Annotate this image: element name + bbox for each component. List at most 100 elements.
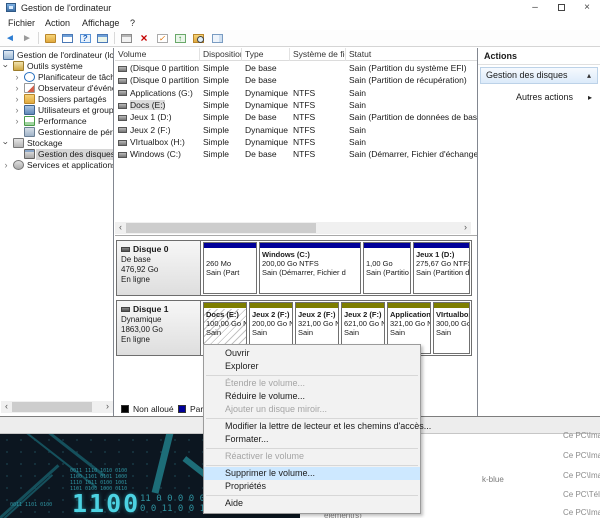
table-row[interactable]: Windows (C:) Simple De base NTFS Sain (D… (115, 148, 477, 160)
volume-list-horizontal-scrollbar[interactable]: ‹ › (115, 222, 471, 234)
column-header-statut[interactable]: Statut (346, 48, 477, 61)
help-icon[interactable]: ? (78, 32, 92, 45)
background-path-row: Ce PC\Imag (563, 508, 600, 517)
maximize-button[interactable] (548, 0, 574, 16)
partition-recovery[interactable]: 1,00 GoSain (Partitio (363, 242, 411, 294)
menu-item-modifier-lettre-lecteur[interactable]: Modifier la lettre de lecteur et les che… (204, 420, 420, 433)
table-row[interactable]: Jeux 2 (F:) Simple Dynamique NTFS Sain (115, 124, 477, 136)
minimize-button[interactable]: – (522, 0, 548, 16)
tree-horizontal-scrollbar[interactable]: ‹ › (1, 401, 113, 413)
menu-separator (204, 493, 420, 497)
menu-item-explorer[interactable]: Explorer (204, 360, 420, 373)
show-window-icon[interactable] (95, 32, 109, 45)
partition-virtualbox-h[interactable]: VIrtualbox (300,00 Go NTSain (433, 302, 470, 354)
disk-0-label[interactable]: Disque 0 De base 476,92 Go En ligne (117, 241, 201, 295)
chevron-collapsed-icon[interactable]: › (13, 94, 21, 104)
up-level-icon[interactable]: ↑ (173, 32, 187, 45)
partition-windows-c[interactable]: Windows (C:)200,00 Go NTFSSain (Démarrer… (259, 242, 361, 294)
tree-item-label: Outils système (25, 61, 85, 72)
properties-icon[interactable] (210, 32, 224, 45)
volume-icon (118, 103, 127, 109)
scrollbar-thumb[interactable] (12, 402, 92, 412)
scrollbar-thumb[interactable] (126, 223, 316, 233)
table-row[interactable]: Jeux 1 (D:) Simple De base NTFS Sain (Pa… (115, 111, 477, 123)
volume-icon (118, 152, 127, 158)
pane-splitter[interactable] (115, 235, 477, 236)
delete-icon[interactable]: × (137, 32, 151, 45)
column-header-disposition[interactable]: Disposition (200, 48, 242, 61)
menu-item-formater[interactable]: Formater... (204, 433, 420, 446)
table-row[interactable]: VIrtualbox (H:) Simple Dynamique NTFS Sa… (115, 136, 477, 148)
performance-icon (24, 116, 35, 126)
legend-partition-swatch (178, 405, 186, 413)
table-row[interactable]: (Disque 0 partition 4) Simple De base Sa… (115, 74, 477, 86)
export-folder-icon[interactable] (43, 32, 57, 45)
disk-1-label[interactable]: Disque 1 Dynamique 1863,00 Go En ligne (117, 301, 201, 355)
volume-icon (118, 90, 127, 96)
local-users-icon (24, 105, 35, 115)
chevron-collapsed-icon[interactable]: › (13, 83, 21, 93)
shared-folders-icon (24, 94, 35, 104)
chevron-collapsed-icon[interactable]: › (2, 160, 10, 170)
actions-title: Actions (484, 51, 517, 61)
chevron-expanded-icon[interactable]: › (1, 139, 11, 147)
console-tree-pane: Gestion de l'ordinateur (local) › Outils… (0, 48, 114, 416)
close-button[interactable]: × (574, 0, 600, 16)
screen: 0011 1110 1010 0100 1100 1101 0101 1000 … (0, 0, 600, 518)
menu-affichage[interactable]: Affichage (79, 17, 122, 29)
scroll-right-icon[interactable]: › (102, 401, 113, 413)
actions-autres-actions[interactable]: Autres actions ▸ (478, 90, 600, 105)
disk-icon (121, 247, 130, 252)
console-icon[interactable] (119, 32, 133, 45)
background-path-row: Ce PC\Imag (563, 431, 600, 440)
forward-icon[interactable]: ► (20, 32, 34, 45)
storage-icon (13, 138, 24, 148)
legend-unallocated-swatch (121, 405, 129, 413)
wallpaper-small-binary: 0011 1101 0100 (10, 502, 52, 508)
menu-item-ouvrir[interactable]: Ouvrir (204, 347, 420, 360)
disk-icon (121, 307, 130, 312)
actions-section-gestion-des-disques[interactable]: Gestion des disques ▴ (480, 67, 598, 84)
partition-jeux1-d[interactable]: Jeux 1 (D:)275,67 Go NTFSSain (Partition… (413, 242, 470, 294)
chevron-collapsed-icon[interactable]: › (13, 116, 21, 126)
scroll-left-icon[interactable]: ‹ (1, 401, 12, 413)
table-row[interactable]: (Disque 0 partition 1) Simple De base Sa… (115, 62, 477, 74)
scroll-right-icon[interactable]: › (460, 222, 471, 234)
menu-item-reduire-le-volume[interactable]: Réduire le volume... (204, 390, 420, 403)
background-path-row: Ce PC\Imag (563, 471, 600, 480)
column-header-fs[interactable]: Système de fichiers (290, 48, 346, 61)
tree-item-label: Stockage (25, 138, 64, 149)
show-console-icon[interactable] (60, 32, 74, 45)
chevron-collapsed-icon[interactable]: › (13, 72, 21, 82)
scroll-left-icon[interactable]: ‹ (115, 222, 126, 234)
menu-aide[interactable]: ? (127, 17, 138, 29)
menu-action[interactable]: Action (42, 17, 73, 29)
collapse-icon[interactable]: ▴ (587, 68, 591, 83)
tree-item-label: Gestion des disques (36, 149, 114, 160)
check-icon[interactable]: ✓ (155, 32, 169, 45)
event-viewer-icon (24, 83, 35, 93)
chevron-expanded-icon[interactable]: › (1, 62, 11, 70)
menu-fichier[interactable]: Fichier (5, 17, 38, 29)
column-header-volume[interactable]: Volume (115, 48, 200, 61)
menu-separator (204, 463, 420, 467)
volume-icon (118, 66, 127, 72)
table-row[interactable]: Applications (G:) Simple Dynamique NTFS … (115, 87, 477, 99)
system-tools-icon (13, 61, 24, 71)
menu-separator (204, 446, 420, 450)
tree-item-label: Planificateur de tâches (36, 72, 114, 83)
menu-item-aide[interactable]: Aide (204, 497, 420, 510)
column-header-type[interactable]: Type (242, 48, 290, 61)
partition-efi[interactable]: 260 MoSain (Part (203, 242, 257, 294)
menu-item-proprietes[interactable]: Propriétés (204, 480, 420, 493)
title-bar: Gestion de l'ordinateur – × (0, 0, 600, 16)
menu-item-supprimer-le-volume[interactable]: Supprimer le volume... (204, 467, 420, 480)
menu-item-reactiver-le-volume: Réactiver le volume (204, 450, 420, 463)
back-icon[interactable]: ◄ (3, 32, 17, 45)
table-row-selected[interactable]: Docs (E:) Simple Dynamique NTFS Sain (115, 99, 477, 111)
menu-item-etendre-le-volume: Étendre le volume... (204, 377, 420, 390)
find-folder-icon[interactable] (191, 32, 205, 45)
toolbar: ◄ ► ? × ✓ ↑ (0, 30, 600, 47)
chevron-collapsed-icon[interactable]: › (13, 105, 21, 115)
menu-bar: Fichier Action Affichage ? (0, 16, 600, 30)
